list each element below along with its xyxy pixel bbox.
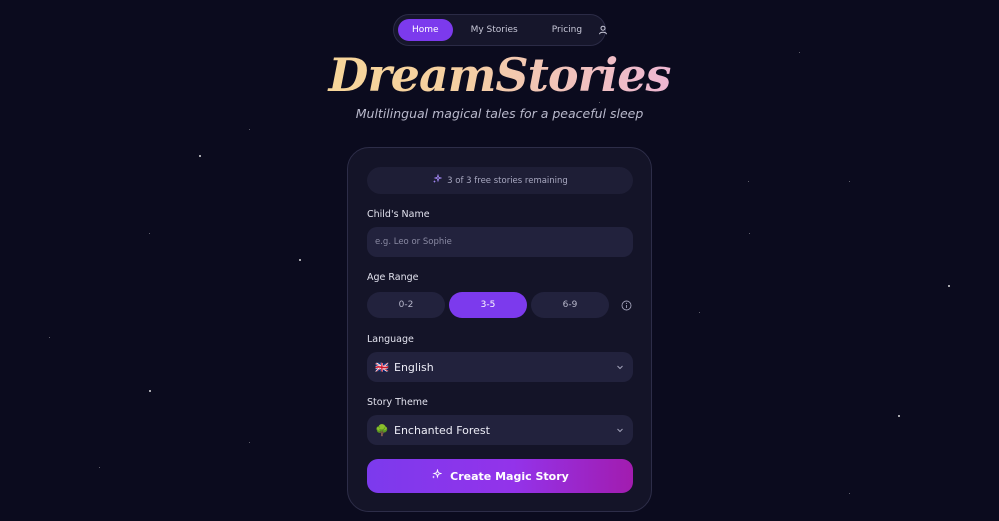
uk-flag-icon: 🇬🇧 <box>375 360 389 374</box>
chevron-down-icon <box>615 425 625 435</box>
tree-icon: 🌳 <box>375 423 389 437</box>
app-subtitle: Multilingual magical tales for a peacefu… <box>355 106 644 121</box>
child-name-input[interactable] <box>367 227 633 257</box>
app-title: DreamStories <box>0 48 999 102</box>
age-option-6-9[interactable]: 6-9 <box>531 292 609 318</box>
age-range-options: 0-2 3-5 6-9 <box>367 292 633 318</box>
free-stories-badge: 3 of 3 free stories remaining <box>367 167 633 194</box>
language-value: English <box>394 360 434 374</box>
age-range-label: Age Range <box>367 272 419 283</box>
story-form-card: 3 of 3 free stories remaining Child's Na… <box>347 147 652 512</box>
sparkles-icon <box>432 173 443 187</box>
info-icon[interactable] <box>619 298 633 312</box>
user-icon[interactable] <box>598 19 608 41</box>
nav-home[interactable]: Home <box>398 19 453 41</box>
language-select[interactable]: 🇬🇧 English <box>367 352 633 382</box>
create-magic-story-button[interactable]: Create Magic Story <box>367 459 633 493</box>
free-stories-text: 3 of 3 free stories remaining <box>447 175 568 186</box>
language-label: Language <box>367 334 414 345</box>
sparkles-icon <box>431 468 443 483</box>
story-theme-select[interactable]: 🌳 Enchanted Forest <box>367 415 633 445</box>
nav-my-stories[interactable]: My Stories <box>457 19 532 41</box>
age-option-3-5[interactable]: 3-5 <box>449 292 527 318</box>
story-theme-label: Story Theme <box>367 397 428 408</box>
child-name-label: Child's Name <box>367 209 430 220</box>
nav-pricing[interactable]: Pricing <box>538 19 596 41</box>
top-nav: Home My Stories Pricing <box>393 14 608 46</box>
chevron-down-icon <box>615 362 625 372</box>
story-theme-value: Enchanted Forest <box>394 423 490 437</box>
age-option-0-2[interactable]: 0-2 <box>367 292 445 318</box>
create-button-label: Create Magic Story <box>450 469 569 483</box>
